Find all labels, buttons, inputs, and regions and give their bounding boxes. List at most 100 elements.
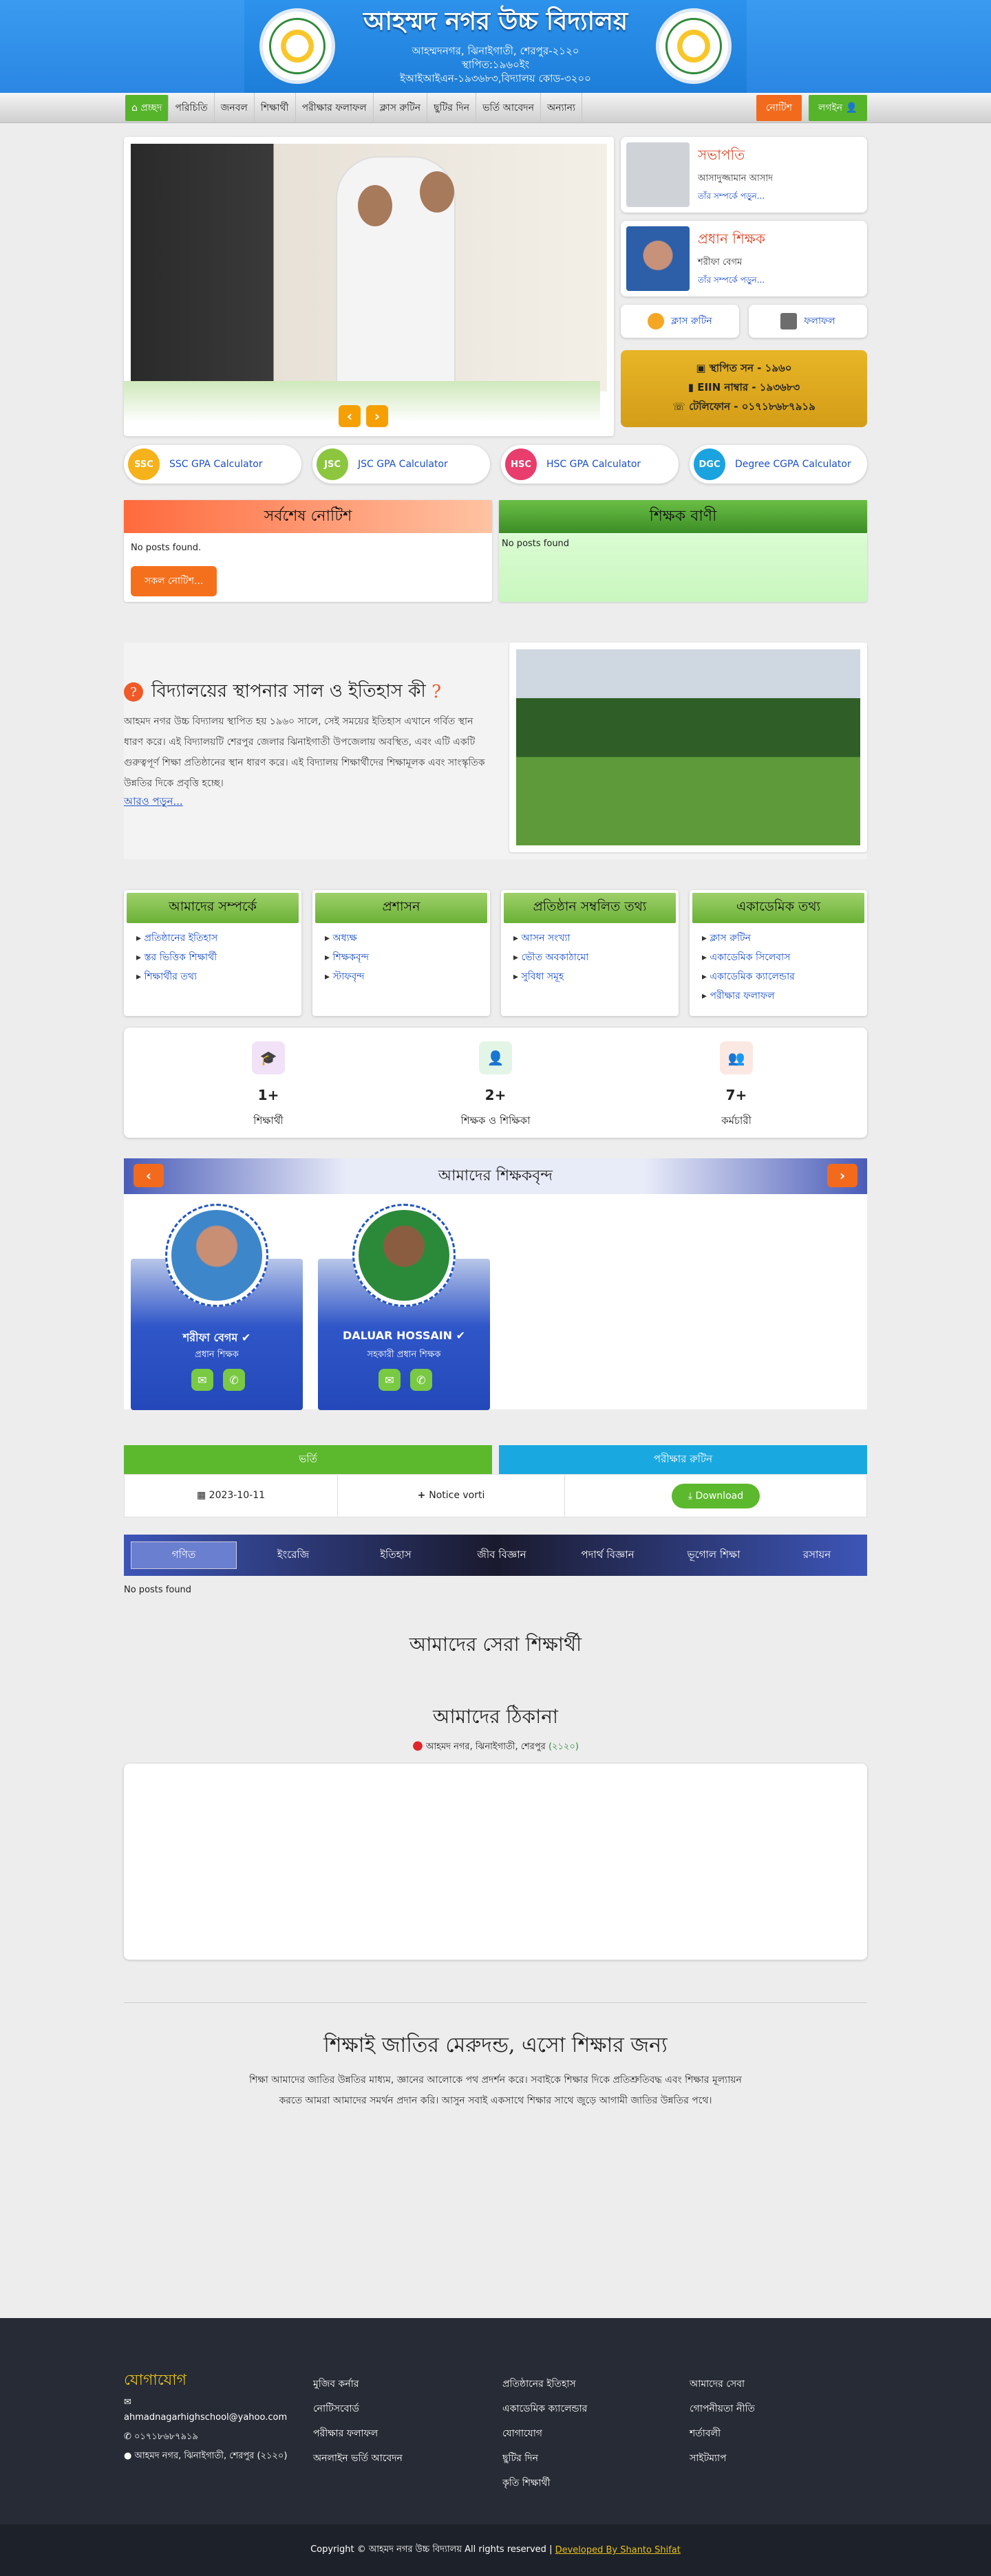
tab-subject[interactable]: পদার্থ বিজ্ঞান — [555, 1535, 661, 1576]
nav-item[interactable]: পরিচিতি — [169, 93, 215, 123]
category-link[interactable]: আসন সংখ্যা — [513, 929, 666, 948]
teachers-section: আমাদের শিক্ষকবৃন্দ ‹ › শরীফা বেগম ✔ প্রধ… — [124, 1158, 867, 1410]
school-photo — [509, 642, 867, 852]
category-link[interactable]: শিক্ষকবৃন্দ — [325, 948, 478, 967]
admin-category-card: প্রশাসন অধ্যক্ষ শিক্ষকবৃন্দ স্টাফবৃন্দ — [312, 890, 490, 1016]
category-title: একাডেমিক তথ্য — [692, 893, 864, 923]
category-link[interactable]: সুবিধা সমূহ — [513, 967, 666, 986]
footer-link[interactable]: গোপনীয়তা নীতি — [690, 2396, 755, 2421]
degree-gpa-link[interactable]: DGC Degree CGPA Calculator — [690, 445, 867, 484]
footer-link[interactable]: মুজিব কর্নার — [313, 2372, 403, 2396]
footer-link[interactable]: নোটিসবোর্ড — [313, 2396, 403, 2421]
nav-item[interactable]: শিক্ষার্থী — [255, 93, 296, 123]
avatar — [626, 142, 690, 207]
divider — [124, 2002, 867, 2003]
admission-table: ভর্তি পরীক্ষার রুটিন ▦ 2023-10-11 + Noti… — [124, 1445, 867, 1517]
category-link[interactable]: শিক্ষার্থীর তথ্য — [136, 967, 289, 986]
school-info-box: ▣ স্থাপিত সন - ১৯৬০ ▮ EIIN নাম্বার - ১৯৩… — [621, 350, 867, 427]
slider-image — [131, 144, 607, 391]
nav-item[interactable]: ভর্তি আবেদন — [476, 93, 542, 123]
category-link[interactable]: একাডেমিক সিলেবাস — [702, 948, 855, 967]
category-link[interactable]: একাডেমিক ক্যালেন্ডার — [702, 967, 855, 986]
hsc-badge: HSC — [505, 448, 537, 480]
all-notices-button[interactable]: সকল নোটিশ... — [131, 566, 217, 596]
login-button[interactable]: লগইন 👤 — [808, 95, 867, 121]
call-button[interactable]: ✆ — [223, 1369, 245, 1391]
phone-icon: ✆ — [416, 1373, 426, 1387]
teacher-name: DALUAR HOSSAIN ✔ — [342, 1329, 466, 1342]
address-title: আমাদের ঠিকানা — [432, 1705, 559, 1728]
map-embed[interactable] — [124, 1764, 867, 1960]
notice-empty: No posts found. — [131, 543, 202, 553]
teachers-next-button[interactable]: › — [827, 1164, 857, 1187]
footer-link[interactable]: সাইটম্যাপ — [690, 2446, 755, 2471]
nav-item[interactable]: অন্যান্য — [541, 93, 583, 123]
staff-stat: 👥 7+ কর্মচারী — [681, 1041, 791, 1130]
ssc-gpa-link[interactable]: SSC SSC GPA Calculator — [124, 445, 301, 484]
footer-link[interactable]: ছুটির দিন — [502, 2446, 587, 2471]
stats-panel: 🎓 1+ শিক্ষার্থী 👤 2+ শিক্ষক ও শিক্ষিকা 👥 7+ কর… — [124, 1028, 867, 1138]
verified-icon: ✔ — [241, 1331, 251, 1344]
category-link[interactable]: পরীক্ষার ফলাফল — [702, 986, 855, 1006]
user-icon: 👤 — [845, 102, 857, 113]
download-button[interactable]: ⤓ Download — [671, 1483, 760, 1508]
footer-phone[interactable]: ✆ ০১৭১৮৬৮৭৯১৯ — [124, 2429, 310, 2445]
slider-next-button[interactable]: › — [366, 405, 388, 427]
home-icon: ⌂ — [131, 102, 141, 113]
email-button[interactable]: ✉ — [191, 1369, 213, 1391]
tab-subject[interactable]: রসায়ন — [767, 1535, 867, 1576]
category-link[interactable]: স্তর ভিত্তিক শিক্ষার্থী — [136, 948, 289, 967]
category-link[interactable]: ক্লাস রুটিন — [702, 929, 855, 948]
developer-link[interactable]: Developed By Shanto Shifat — [555, 2545, 681, 2555]
nav-item[interactable]: পরীক্ষার ফলাফল — [296, 93, 374, 123]
category-link[interactable]: অধ্যক্ষ — [325, 929, 478, 948]
nav-home[interactable]: ⌂ প্রচ্ছদ — [125, 95, 169, 121]
teacher-card: শরীফা বেগম ✔ প্রধান শিক্ষক ✉ ✆ — [131, 1204, 303, 1410]
tab-subject[interactable]: ইতিহাস — [343, 1535, 449, 1576]
result-button[interactable]: ফলাফল — [749, 305, 867, 338]
tab-subject[interactable]: ইংরেজি — [244, 1535, 343, 1576]
footer-link[interactable]: পরীক্ষার ফলাফল — [313, 2421, 403, 2446]
speech-empty: No posts found — [502, 539, 570, 549]
footer-link[interactable]: প্রতিষ্ঠানের ইতিহাস — [502, 2372, 587, 2396]
category-link[interactable]: ভৌত অবকাঠামো — [513, 948, 666, 967]
history-more-link[interactable]: আরও পড়ুন... — [124, 794, 183, 811]
notice-button[interactable]: নোটিশ — [756, 95, 802, 121]
footer-link[interactable]: শর্তাবলী — [690, 2421, 755, 2446]
map-pin-icon: ● — [412, 1738, 423, 1753]
category-link[interactable]: স্টাফবৃন্দ — [325, 967, 478, 986]
email-button[interactable]: ✉ — [379, 1369, 401, 1391]
footer-link[interactable]: কৃতি শিক্ষার্থী — [502, 2471, 587, 2496]
footer-link[interactable]: অনলাইন ভর্তি আবেদন — [313, 2446, 403, 2471]
hsc-gpa-link[interactable]: HSC HSC GPA Calculator — [501, 445, 679, 484]
profile-title: প্রধান শিক্ষক — [698, 230, 765, 247]
teacher-photo — [165, 1204, 268, 1307]
teacher-role: সহকারী প্রধান শিক্ষক — [367, 1350, 441, 1360]
calendar-icon: ▦ — [196, 1490, 209, 1501]
nav-item[interactable]: জনবল — [215, 93, 255, 123]
class-routine-button[interactable]: ক্লাস রুটিন — [621, 305, 739, 338]
phone-icon: ✆ — [124, 2432, 135, 2442]
verified-icon: ✔ — [456, 1329, 466, 1342]
call-button[interactable]: ✆ — [410, 1369, 432, 1391]
teacher-role: প্রধান শিক্ষক — [195, 1350, 239, 1360]
teachers-prev-button[interactable]: ‹ — [134, 1164, 164, 1187]
nav-item[interactable]: ছুটির দিন — [427, 93, 477, 123]
footer-email[interactable]: ✉ ahmadnagarhighschool@yahoo.com — [124, 2395, 310, 2425]
slider-prev-button[interactable]: ‹ — [339, 405, 361, 427]
teacher-name: শরীফা বেগম ✔ — [182, 1331, 251, 1344]
profile-more-link[interactable]: তাঁর সম্পর্কে পড়ুন... — [698, 191, 773, 204]
footer-link[interactable]: একাডেমিক ক্যালেন্ডার — [502, 2396, 587, 2421]
tab-subject[interactable]: জীব বিজ্ঞান — [449, 1535, 555, 1576]
profile-more-link[interactable]: তাঁর সম্পর্কে পড়ুন... — [698, 274, 765, 288]
footer-address: ● আহমদ নগর, ঝিনাইগাতী, শেরপুর (২১২০) — [124, 2451, 288, 2461]
tab-subject[interactable]: গণিত — [131, 1541, 237, 1569]
nav-item[interactable]: ক্লাস রুটিন — [374, 93, 428, 123]
footer-link[interactable]: যোগাযোগ — [502, 2421, 587, 2446]
category-link[interactable]: প্রতিষ্ঠানের ইতিহাস — [136, 929, 289, 948]
footer-link[interactable]: আমাদের সেবা — [690, 2372, 755, 2396]
jsc-gpa-link[interactable]: JSC JSC GPA Calculator — [312, 445, 490, 484]
category-title: প্রশাসন — [315, 893, 487, 923]
teacher-stat: 👤 2+ শিক্ষক ও শিক্ষিকা — [427, 1041, 564, 1130]
tab-subject[interactable]: ভূগোল শিক্ষা — [661, 1535, 767, 1576]
